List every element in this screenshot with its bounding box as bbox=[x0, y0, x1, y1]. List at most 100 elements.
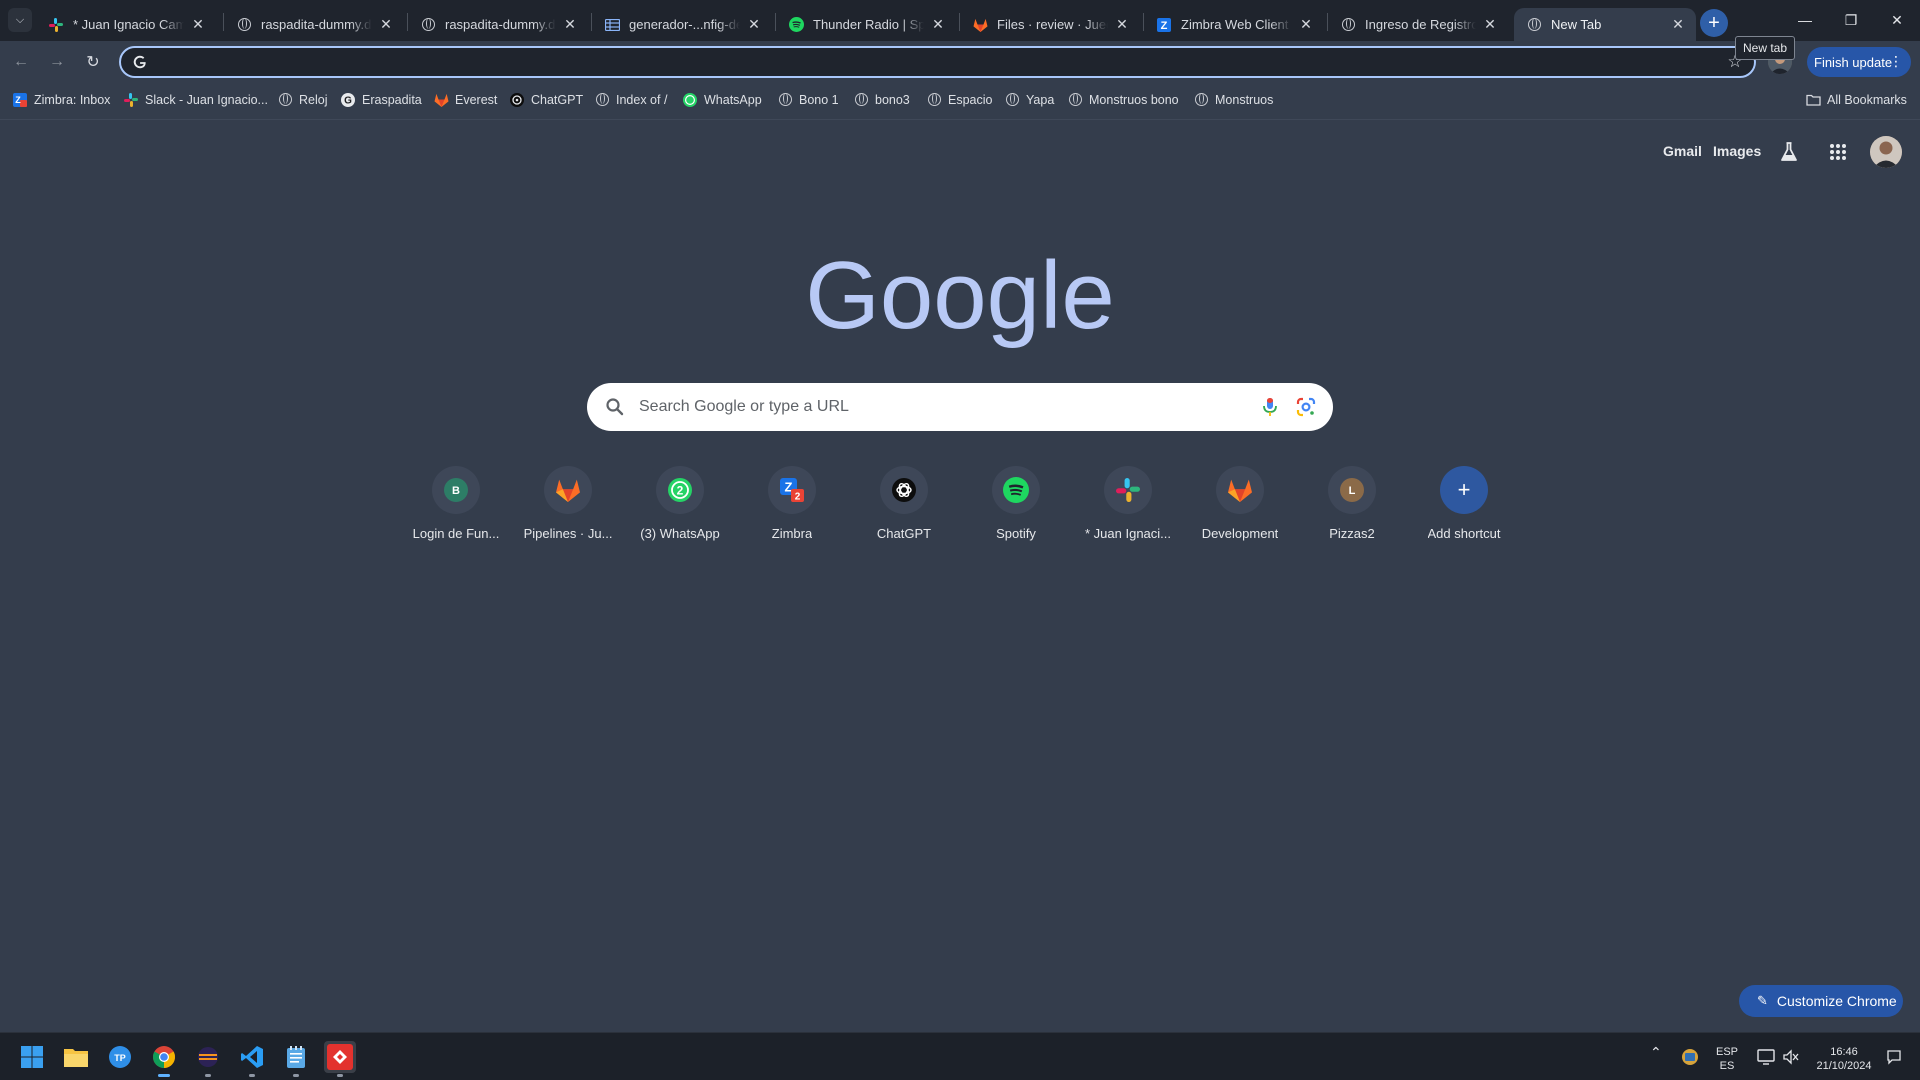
tab-active[interactable]: New Tab ✕ bbox=[1514, 8, 1696, 41]
chevron-up-icon[interactable]: ⌃ bbox=[1650, 1045, 1662, 1059]
shortcut-tile[interactable]: Pipelines · Ju... bbox=[512, 462, 624, 552]
account-avatar[interactable] bbox=[1870, 136, 1902, 168]
bookmark-item[interactable]: Yapa bbox=[1004, 86, 1054, 113]
network-icon[interactable] bbox=[1752, 1043, 1780, 1071]
clock[interactable]: 16:46 21/10/2024 bbox=[1810, 1045, 1878, 1073]
bookmark-item[interactable]: Bono 1 bbox=[777, 86, 839, 113]
bookmark-item[interactable]: Monstruos bbox=[1193, 86, 1273, 113]
close-icon[interactable]: ✕ bbox=[746, 16, 762, 33]
shortcut-tile[interactable]: 2 (3) WhatsApp bbox=[624, 462, 736, 552]
bookmark-item[interactable]: ChatGPT bbox=[509, 86, 583, 113]
all-bookmarks-button[interactable]: All Bookmarks bbox=[1805, 86, 1907, 113]
bookmark-item[interactable]: WhatsApp bbox=[682, 86, 762, 113]
new-tab-tooltip: New tab bbox=[1735, 36, 1796, 60]
running-indicator bbox=[158, 1074, 170, 1077]
minimize-button[interactable]: — bbox=[1782, 0, 1828, 40]
bookmark-item[interactable]: Espacio bbox=[926, 86, 992, 113]
tab[interactable]: raspadita-dummy.dev ✕ bbox=[408, 8, 588, 41]
images-link[interactable]: Images bbox=[1713, 143, 1761, 159]
bookmark-item[interactable]: bono3 bbox=[853, 86, 910, 113]
globe-icon bbox=[236, 17, 252, 33]
anydesk-icon[interactable] bbox=[324, 1041, 356, 1077]
restore-button[interactable]: ❐ bbox=[1828, 0, 1874, 40]
apps-grid-icon[interactable] bbox=[1826, 140, 1850, 164]
bookmark-label: Zimbra: Inbox bbox=[34, 92, 111, 107]
finish-update-button[interactable]: Finish update ⋮ bbox=[1807, 47, 1911, 77]
labs-flask-icon[interactable] bbox=[1777, 140, 1801, 164]
shortcut-tile[interactable]: Development bbox=[1184, 462, 1296, 552]
close-icon[interactable]: ✕ bbox=[1482, 16, 1498, 33]
microphone-icon[interactable] bbox=[1259, 396, 1281, 418]
shortcut-tile[interactable]: ChatGPT bbox=[848, 462, 960, 552]
gmail-link[interactable]: Gmail bbox=[1663, 143, 1702, 159]
bookmark-label: Index of / bbox=[616, 92, 668, 107]
search-box[interactable] bbox=[587, 383, 1333, 431]
new-tab-button[interactable]: + bbox=[1700, 9, 1728, 37]
tab-search-button[interactable]: ⌵ bbox=[8, 8, 32, 32]
tab[interactable]: Files · review · Juegos ✕ bbox=[960, 8, 1140, 41]
spotify-icon bbox=[788, 17, 804, 33]
volume-muted-icon[interactable] bbox=[1777, 1043, 1805, 1071]
notepad-icon[interactable] bbox=[280, 1041, 312, 1077]
tab-title: Zimbra Web Client Si bbox=[1181, 17, 1292, 32]
close-icon[interactable]: ✕ bbox=[1670, 16, 1686, 33]
tab[interactable]: Ingreso de Registros ✕ bbox=[1328, 8, 1508, 41]
language-indicator[interactable]: ESP ES bbox=[1716, 1045, 1738, 1073]
search-input[interactable] bbox=[639, 383, 1219, 431]
bookmark-item[interactable]: Monstruos bono bbox=[1067, 86, 1179, 113]
running-indicator bbox=[205, 1074, 211, 1077]
toolbar: ← → ↻ ☆ Finish update ⋮ bbox=[0, 41, 1920, 82]
bookmark-item[interactable]: G Eraspadita bbox=[340, 86, 422, 113]
omnibox[interactable]: ☆ bbox=[119, 46, 1756, 78]
close-icon[interactable]: ✕ bbox=[562, 16, 578, 33]
customize-chrome-button[interactable]: ✎ Customize Chrome bbox=[1739, 985, 1903, 1017]
restore-icon: ❐ bbox=[1844, 11, 1858, 28]
bookmark-item[interactable]: Slack - Juan Ignacio... bbox=[123, 86, 268, 113]
close-window-button[interactable]: ✕ bbox=[1874, 0, 1920, 40]
tray-app-icon[interactable] bbox=[1676, 1043, 1704, 1071]
tp-app-icon[interactable]: TP bbox=[104, 1041, 136, 1073]
bookmark-label: Slack - Juan Ignacio... bbox=[145, 92, 268, 107]
bookmark-item[interactable]: Everest bbox=[433, 86, 497, 113]
bookmark-label: WhatsApp bbox=[704, 92, 762, 107]
close-icon[interactable]: ✕ bbox=[930, 16, 946, 33]
bookmarks-bar: Z Zimbra: Inbox Slack - Juan Ignacio... … bbox=[0, 86, 1920, 113]
shortcut-tile[interactable]: Spotify bbox=[960, 462, 1072, 552]
shortcut-tile[interactable]: B Login de Fun... bbox=[400, 462, 512, 552]
more-vert-icon: ⋮ bbox=[1889, 53, 1903, 69]
shortcut-tile[interactable]: Z2 Zimbra bbox=[736, 462, 848, 552]
svg-text:Z: Z bbox=[15, 95, 21, 105]
add-shortcut-tile[interactable]: + Add shortcut bbox=[1408, 462, 1520, 552]
reload-button[interactable]: ↻ bbox=[78, 47, 108, 77]
tab[interactable]: generador-...nfig-des ✕ bbox=[592, 8, 772, 41]
file-explorer-icon[interactable] bbox=[60, 1041, 92, 1073]
forward-button[interactable]: → bbox=[42, 47, 72, 77]
google-lens-icon[interactable] bbox=[1295, 396, 1317, 418]
start-windows-icon[interactable] bbox=[16, 1041, 48, 1073]
tab[interactable]: Thunder Radio | Spoti ✕ bbox=[776, 8, 956, 41]
pencil-icon: ✎ bbox=[1757, 993, 1768, 1008]
close-icon[interactable]: ✕ bbox=[190, 16, 206, 33]
vscode-icon[interactable] bbox=[236, 1041, 268, 1077]
close-icon[interactable]: ✕ bbox=[1298, 16, 1314, 33]
back-button[interactable]: ← bbox=[6, 47, 36, 77]
eclipse-icon[interactable] bbox=[192, 1041, 224, 1077]
shortcut-tile[interactable]: L Pizzas2 bbox=[1296, 462, 1408, 552]
shortcut-label: (3) WhatsApp bbox=[640, 526, 720, 541]
bookmark-item[interactable]: Reloj bbox=[277, 86, 328, 113]
gitlab-icon bbox=[433, 92, 449, 108]
notification-icon[interactable] bbox=[1880, 1043, 1908, 1071]
bookmark-label: ChatGPT bbox=[531, 92, 584, 107]
shortcut-label: Add shortcut bbox=[1427, 526, 1501, 541]
bookmark-item[interactable]: Z Zimbra: Inbox bbox=[12, 86, 110, 113]
tab[interactable]: Z Zimbra Web Client Si ✕ bbox=[1144, 8, 1324, 41]
close-icon[interactable]: ✕ bbox=[1114, 16, 1130, 33]
tab[interactable]: raspadita-dummy.dev ✕ bbox=[224, 8, 404, 41]
shortcut-label: ChatGPT bbox=[876, 526, 932, 541]
chrome-icon[interactable] bbox=[148, 1041, 180, 1077]
tab[interactable]: * Juan Ignacio Cama ✕ bbox=[36, 8, 216, 41]
shortcut-tile[interactable]: * Juan Ignaci... bbox=[1072, 462, 1184, 552]
close-icon[interactable]: ✕ bbox=[378, 16, 394, 33]
bookmark-item[interactable]: Index of / bbox=[594, 86, 667, 113]
google-logo-text: Google bbox=[805, 242, 1115, 349]
